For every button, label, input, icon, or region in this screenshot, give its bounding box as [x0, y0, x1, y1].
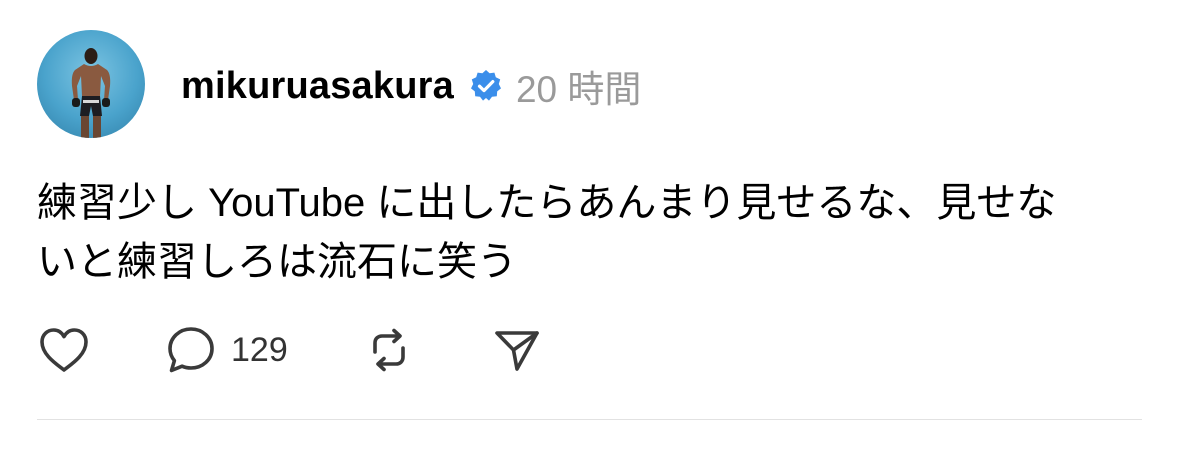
repost-icon	[372, 328, 405, 372]
divider	[37, 419, 1142, 420]
post-text: 練習少し YouTube に出したらあんまり見せるな、見せな いと練習しろは流石…	[37, 174, 1137, 292]
send-icon	[494, 331, 539, 371]
thread-post: mikuruasakura 20 時間 練習少し YouTube に出したらあん…	[0, 0, 1179, 464]
speech-bubble-icon	[168, 327, 214, 373]
post-actions: 129	[37, 322, 542, 378]
avatar-photo-icon	[71, 48, 111, 138]
heart-icon	[40, 328, 88, 372]
like-button[interactable]	[37, 325, 93, 375]
reply-button[interactable]: 129	[165, 324, 288, 376]
post-text-line: いと練習しろは流石に笑う	[37, 240, 517, 284]
verified-badge-icon	[468, 68, 504, 104]
post-timestamp: 20 時間	[515, 69, 642, 110]
avatar[interactable]	[37, 30, 145, 138]
username[interactable]: mikuruasakura	[181, 65, 454, 108]
repost-button[interactable]	[364, 325, 414, 375]
reply-count: 129	[231, 330, 288, 369]
share-button[interactable]	[492, 325, 542, 375]
post-header: mikuruasakura 20 時間	[181, 58, 641, 114]
post-text-line: 練習少し YouTube に出したらあんまり見せるな、見せな	[37, 181, 1057, 225]
